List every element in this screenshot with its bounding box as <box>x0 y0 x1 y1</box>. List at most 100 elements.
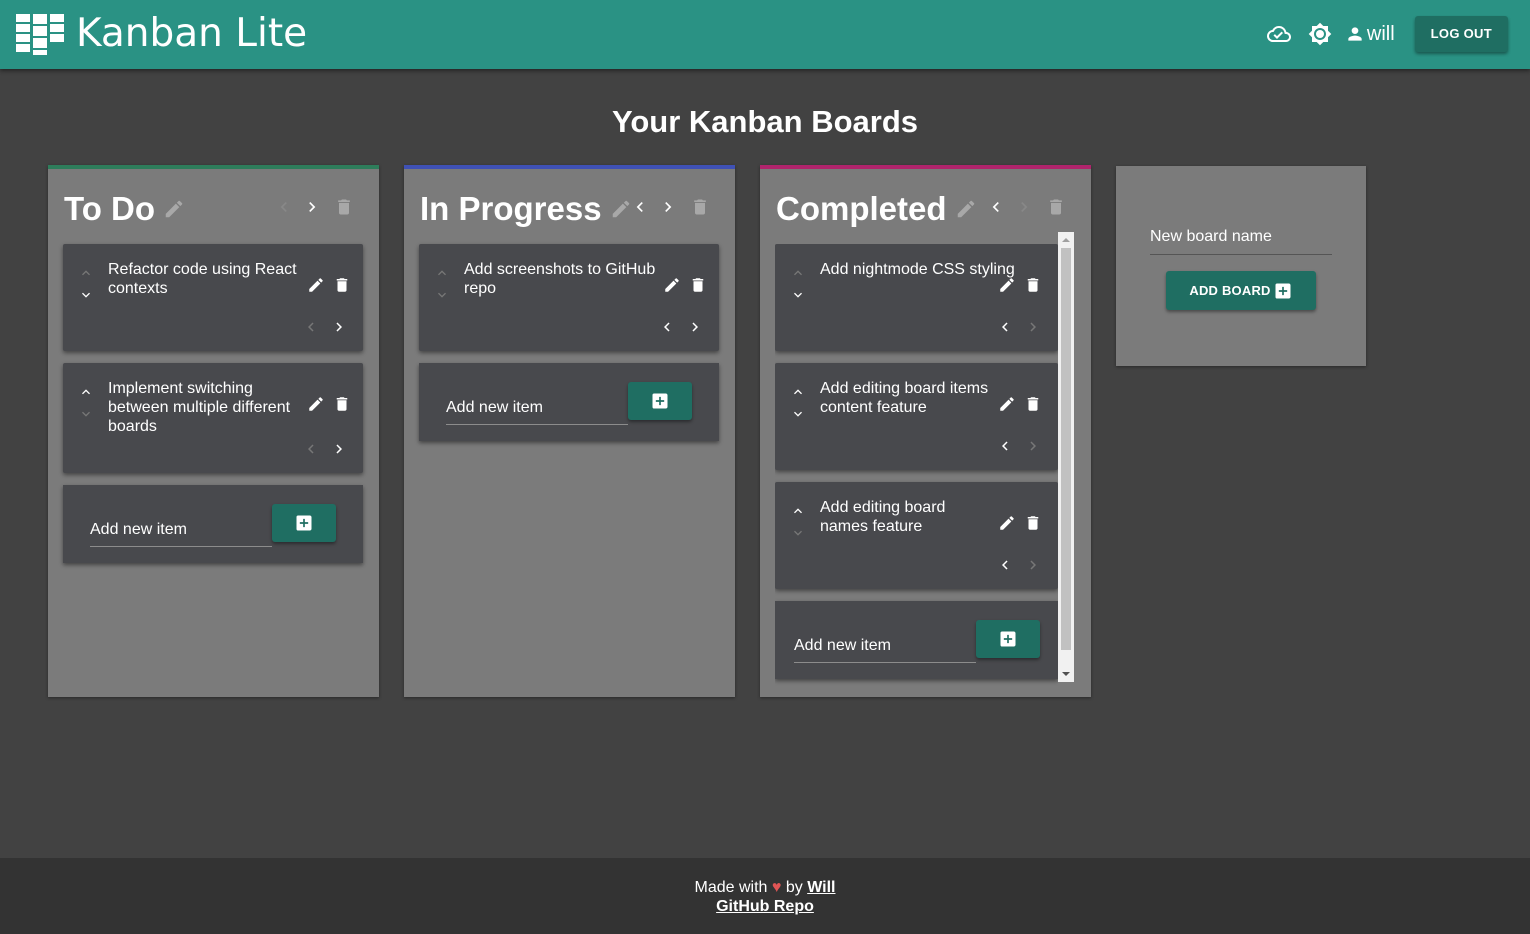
board-todo: To Do Refactor code using React contexts <box>48 165 379 697</box>
github-repo-link[interactable]: GitHub Repo <box>716 898 814 915</box>
move-item-left-icon[interactable] <box>991 554 1019 576</box>
board-item: Implement switching between multiple dif… <box>63 363 363 473</box>
footer-made-with: Made with <box>694 879 768 896</box>
new-board-form: New board name ADD BOARD <box>1116 166 1366 366</box>
new-item-input[interactable]: Add new item <box>90 521 272 547</box>
edit-item-icon[interactable] <box>303 393 329 415</box>
item-text: Implement switching between multiple dif… <box>108 380 291 435</box>
edit-item-icon[interactable] <box>994 274 1020 296</box>
move-item-up-icon[interactable] <box>789 262 807 284</box>
page-title: Your Kanban Boards <box>611 104 919 139</box>
board-item: Add screenshots to GitHub repo <box>419 244 719 351</box>
author-link[interactable]: Will <box>807 879 835 896</box>
add-board-label: ADD BOARD <box>1189 283 1271 298</box>
item-text: Add editing board items content feature <box>820 380 989 416</box>
board-item: Add editing board items content feature <box>775 363 1058 470</box>
delete-item-icon[interactable] <box>1020 512 1046 534</box>
edit-board-name-icon[interactable] <box>163 198 185 220</box>
move-board-right-icon[interactable] <box>298 195 326 219</box>
delete-item-icon[interactable] <box>329 274 355 296</box>
move-item-right-icon[interactable] <box>1019 316 1047 338</box>
move-item-left-icon[interactable] <box>991 435 1019 457</box>
edit-item-icon[interactable] <box>994 512 1020 534</box>
scroll-down-arrow-icon[interactable] <box>1058 667 1074 681</box>
delete-board-icon[interactable] <box>330 195 358 219</box>
move-board-right-icon[interactable] <box>1010 195 1038 219</box>
delete-item-icon[interactable] <box>1020 393 1046 415</box>
edit-item-icon[interactable] <box>303 274 329 296</box>
move-board-left-icon[interactable] <box>626 195 654 219</box>
delete-item-icon[interactable] <box>1020 274 1046 296</box>
move-item-down-icon[interactable] <box>433 284 451 306</box>
add-item-form: Add new item <box>63 485 363 563</box>
edit-item-icon[interactable] <box>659 274 685 296</box>
kanban-logo-icon <box>16 14 64 55</box>
cloud-sync-icon[interactable] <box>1266 21 1292 47</box>
move-item-right-icon[interactable] <box>1019 435 1047 457</box>
delete-item-icon[interactable] <box>329 393 355 415</box>
move-item-right-icon[interactable] <box>325 438 353 460</box>
person-icon <box>1348 27 1362 41</box>
add-board-button[interactable]: ADD BOARD <box>1166 271 1316 310</box>
move-board-left-icon[interactable] <box>270 195 298 219</box>
delete-board-icon[interactable] <box>1042 195 1070 219</box>
add-box-icon <box>652 393 668 409</box>
add-item-button[interactable] <box>272 504 336 542</box>
add-box-icon <box>1000 631 1016 647</box>
board-scrollbar[interactable] <box>1058 232 1074 682</box>
heart-icon: ♥ <box>771 879 782 896</box>
app-title: Kanban Lite <box>76 11 308 56</box>
add-box-icon <box>296 515 312 531</box>
board-accent-bar <box>404 165 735 169</box>
item-text: Add screenshots to GitHub repo <box>464 261 656 297</box>
item-text: Refactor code using React contexts <box>108 261 297 297</box>
move-item-left-icon[interactable] <box>653 316 681 338</box>
username: will <box>1366 22 1395 45</box>
add-item-button[interactable] <box>628 382 692 420</box>
add-box-icon <box>1275 283 1291 298</box>
board-item: Refactor code using React contexts <box>63 244 363 351</box>
board-accent-bar <box>760 165 1091 169</box>
new-item-input[interactable]: Add new item <box>794 637 976 663</box>
scrollbar-thumb[interactable] <box>1061 248 1071 650</box>
board-title: In Progress <box>420 190 602 227</box>
footer-by: by <box>785 879 803 896</box>
item-text: Add nightmode CSS styling <box>820 261 1015 278</box>
scroll-up-arrow-icon[interactable] <box>1058 233 1074 247</box>
add-item-button[interactable] <box>976 620 1040 658</box>
item-text: Add editing board names feature <box>820 499 946 535</box>
move-item-right-icon[interactable] <box>1019 554 1047 576</box>
board-in-progress: In Progress Add screenshots to GitHub re… <box>404 165 735 697</box>
move-item-down-icon[interactable] <box>789 522 807 544</box>
delete-board-icon[interactable] <box>686 195 714 219</box>
move-item-down-icon[interactable] <box>77 284 95 306</box>
move-board-left-icon[interactable] <box>982 195 1010 219</box>
edit-board-name-icon[interactable] <box>955 198 977 220</box>
move-item-up-icon[interactable] <box>77 262 95 284</box>
move-item-left-icon[interactable] <box>297 316 325 338</box>
move-board-right-icon[interactable] <box>654 195 682 219</box>
board-title: Completed <box>776 190 947 227</box>
board-item: Add nightmode CSS styling <box>775 244 1058 351</box>
logout-button[interactable]: LOG OUT <box>1414 16 1508 52</box>
move-item-left-icon[interactable] <box>991 316 1019 338</box>
move-item-up-icon[interactable] <box>789 381 807 403</box>
night-mode-toggle-icon[interactable] <box>1307 21 1333 47</box>
move-item-down-icon[interactable] <box>77 403 95 425</box>
add-item-form: Add new item <box>775 601 1058 679</box>
footer: Made with ♥ by Will GitHub Repo <box>0 858 1530 934</box>
new-board-name-input[interactable]: New board name <box>1150 228 1332 255</box>
move-item-up-icon[interactable] <box>433 262 451 284</box>
user-menu[interactable]: will <box>1345 23 1395 46</box>
move-item-right-icon[interactable] <box>681 316 709 338</box>
delete-item-icon[interactable] <box>685 274 711 296</box>
move-item-left-icon[interactable] <box>297 438 325 460</box>
move-item-up-icon[interactable] <box>789 500 807 522</box>
move-item-up-icon[interactable] <box>77 381 95 403</box>
new-item-input[interactable]: Add new item <box>446 399 628 425</box>
add-item-form: Add new item <box>419 363 719 441</box>
move-item-down-icon[interactable] <box>789 403 807 425</box>
edit-item-icon[interactable] <box>994 393 1020 415</box>
move-item-right-icon[interactable] <box>325 316 353 338</box>
move-item-down-icon[interactable] <box>789 284 807 306</box>
